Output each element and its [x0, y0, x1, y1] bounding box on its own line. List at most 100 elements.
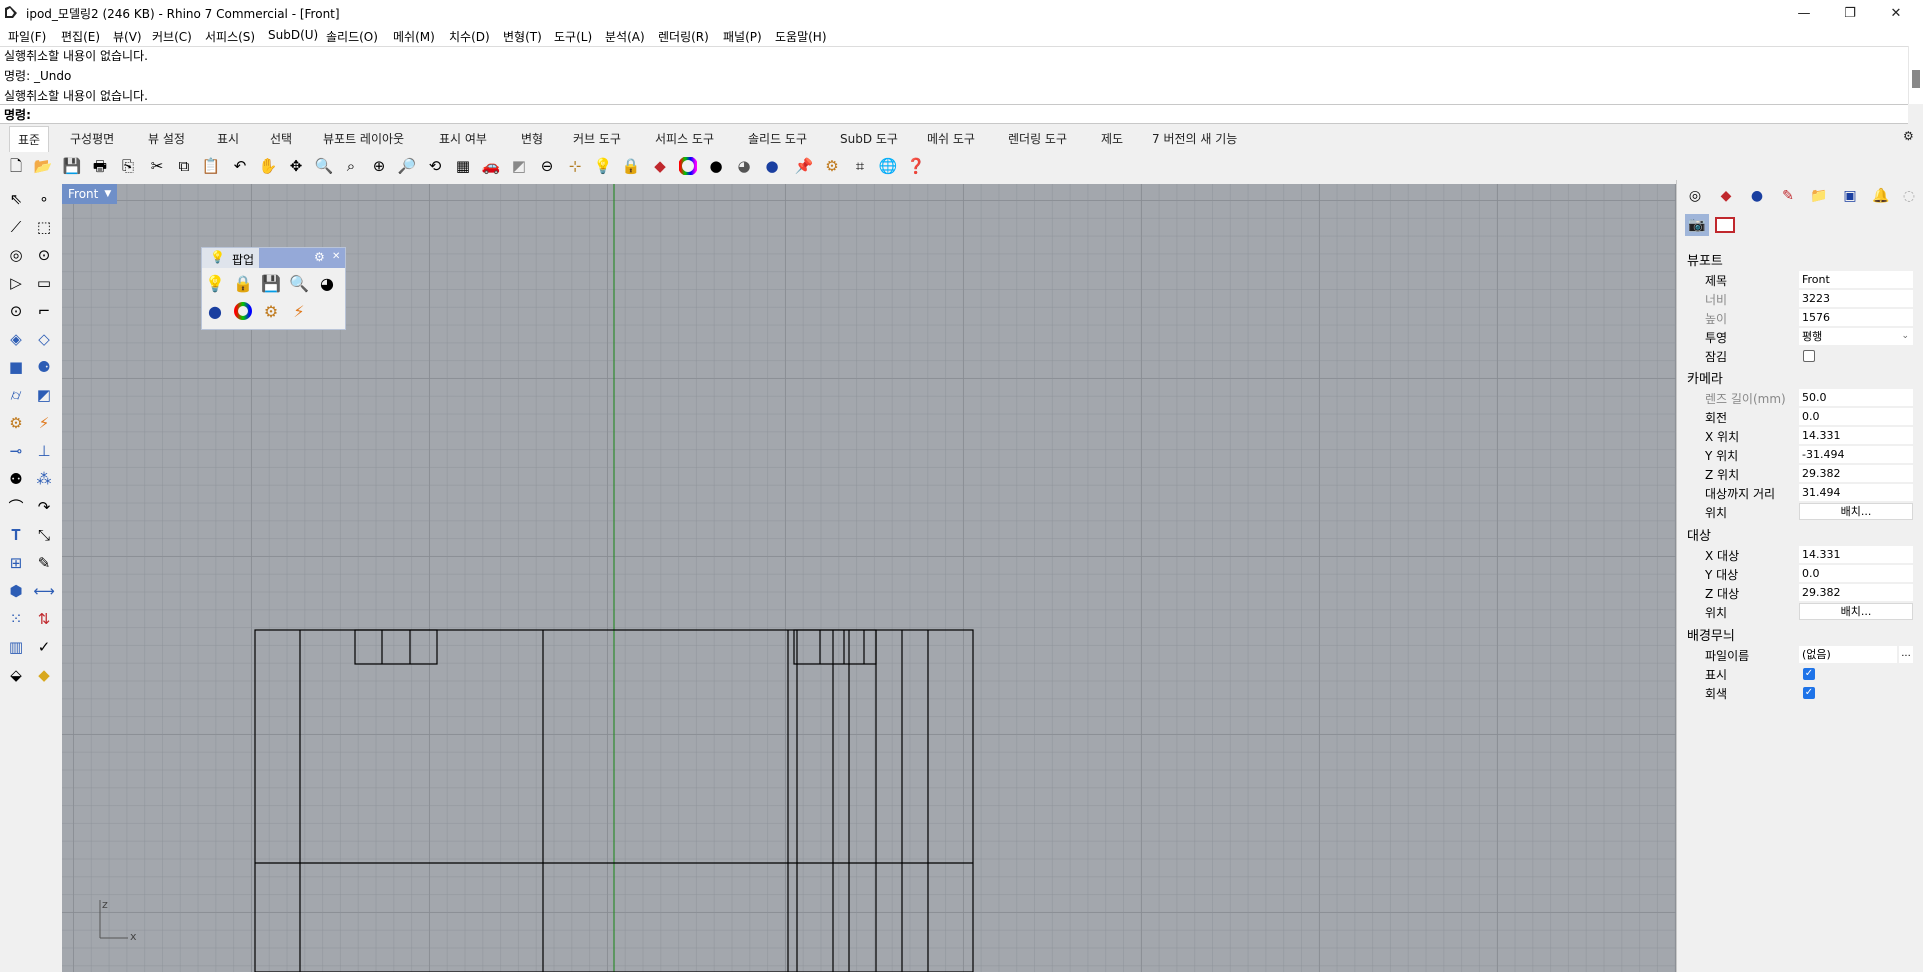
menu-solid[interactable]: 솔리드(O): [326, 28, 378, 45]
pin-icon[interactable]: 📌: [794, 156, 814, 176]
undo-view-icon[interactable]: ⟲: [425, 156, 445, 176]
zoom-icon[interactable]: 🔍: [288, 272, 310, 294]
menu-transform[interactable]: 변형(T): [503, 28, 542, 45]
solid-icon[interactable]: ⬢: [5, 580, 27, 602]
locked-checkbox[interactable]: [1803, 350, 1815, 362]
prop-value-rotation[interactable]: 0.0: [1799, 408, 1913, 425]
explode-icon[interactable]: ⁂: [33, 468, 55, 490]
gear-icon[interactable]: ⚙: [314, 250, 325, 264]
layers-icon[interactable]: ◆: [1716, 186, 1736, 206]
folder-icon[interactable]: 📁: [1809, 186, 1829, 206]
polygon-icon[interactable]: ▷: [5, 272, 27, 294]
render-preview-icon[interactable]: ⚡: [288, 300, 310, 322]
command-history[interactable]: 실행취소할 내용이 없습니다. 명령: _Undo 실행취소할 내용이 없습니다…: [0, 46, 1908, 105]
rotate-view-icon[interactable]: ✥: [286, 156, 306, 176]
zoom-icon[interactable]: 🔍: [314, 156, 334, 176]
display-icon[interactable]: ▣: [1840, 186, 1860, 206]
undo-icon[interactable]: ↶: [230, 156, 250, 176]
rectangle-icon[interactable]: ▭: [33, 272, 55, 294]
tab-surface-tools[interactable]: 서피스 도구: [655, 130, 714, 147]
surface-tools-icon[interactable]: ◇: [33, 328, 55, 350]
check-icon[interactable]: ✓: [33, 636, 55, 658]
history-scrollbar[interactable]: [1908, 46, 1923, 104]
array-icon[interactable]: ⊞: [5, 552, 27, 574]
menu-view[interactable]: 뷰(V): [113, 28, 142, 45]
mesh-icon[interactable]: ◩: [33, 384, 55, 406]
tab-viewport-layout[interactable]: 뷰포트 레이아웃: [323, 130, 404, 147]
copy-icon[interactable]: ⧉: [174, 156, 194, 176]
settings-icon[interactable]: ⚙: [822, 156, 842, 176]
named-cplane-icon[interactable]: ◩: [509, 156, 529, 176]
grid-snap-icon[interactable]: ⊹: [565, 156, 585, 176]
gumball-icon[interactable]: ⇅: [33, 608, 55, 630]
help-icon[interactable]: ◌: [1899, 186, 1919, 206]
save-icon[interactable]: 💾: [260, 272, 282, 294]
restore-button[interactable]: ❐: [1827, 0, 1873, 26]
curve-icon[interactable]: ⬚: [33, 216, 55, 238]
open-icon[interactable]: 📂: [33, 156, 53, 176]
projection-select[interactable]: 평행 ⌄: [1799, 328, 1913, 345]
tab-solid-tools[interactable]: 솔리드 도구: [748, 130, 807, 147]
dimension-icon[interactable]: ⌗: [850, 156, 870, 176]
tab-new-in-v7[interactable]: 7 버전의 새 기능: [1152, 130, 1237, 147]
fillet-icon[interactable]: ⌒: [5, 496, 27, 518]
render-icon[interactable]: ●: [204, 300, 226, 322]
browse-file-button[interactable]: ...: [1899, 646, 1913, 663]
zoom-selected-icon[interactable]: 🔎: [397, 156, 417, 176]
four-viewports-icon[interactable]: ▦: [453, 156, 473, 176]
surface-icon[interactable]: ◈: [5, 328, 27, 350]
scrollbar-thumb[interactable]: [1912, 70, 1920, 88]
shade-icon[interactable]: ◕: [316, 272, 338, 294]
tab-subd-tools[interactable]: SubD 도구: [840, 130, 898, 147]
paste-icon[interactable]: 📋: [201, 156, 221, 176]
chamfer-icon[interactable]: ↷: [33, 496, 55, 518]
popup-header[interactable]: 💡 팝업 ⚙ ✕: [202, 248, 345, 268]
menu-analyze[interactable]: 분석(A): [605, 28, 645, 45]
notification-icon[interactable]: 🔔: [1871, 186, 1891, 206]
menu-tools[interactable]: 도구(L): [554, 28, 592, 45]
render-icon[interactable]: ●: [1747, 186, 1767, 206]
render-preview-icon[interactable]: ◕: [734, 156, 754, 176]
tab-display[interactable]: 표시: [217, 130, 239, 147]
light-icon[interactable]: 💡: [593, 156, 613, 176]
draft-angle-icon[interactable]: ◆: [33, 664, 55, 686]
viewport-frame-icon[interactable]: [1713, 214, 1737, 236]
gray-wallpaper-checkbox[interactable]: ✓: [1803, 687, 1815, 699]
render-icon[interactable]: ●: [762, 156, 782, 176]
camera-place-button[interactable]: 배치...: [1799, 503, 1913, 520]
brush-icon[interactable]: ✎: [1778, 186, 1798, 206]
target-place-button[interactable]: 배치...: [1799, 603, 1913, 620]
fillet-curve-icon[interactable]: ⌐: [33, 300, 55, 322]
tab-settings-gear-icon[interactable]: ⚙: [1903, 129, 1914, 143]
help-icon[interactable]: ❓: [906, 156, 926, 176]
tab-render-tools[interactable]: 렌더링 도구: [1008, 130, 1067, 147]
properties-icon[interactable]: ◎: [1685, 186, 1705, 206]
tab-cplanes[interactable]: 구성평면: [70, 130, 114, 147]
prop-value-filename[interactable]: (없음): [1799, 646, 1897, 663]
prop-value-y-location[interactable]: -31.494: [1799, 446, 1913, 463]
color-wheel-icon[interactable]: [678, 156, 698, 176]
split-icon[interactable]: ⊥: [33, 440, 55, 462]
close-button[interactable]: ✕: [1873, 0, 1919, 26]
menu-render[interactable]: 렌더링(R): [658, 28, 709, 45]
arc-icon[interactable]: ⊙: [5, 300, 27, 322]
tab-curve-tools[interactable]: 커브 도구: [573, 130, 621, 147]
boolean-icon[interactable]: ⚈: [33, 356, 55, 378]
prop-value-z-target[interactable]: 29.382: [1799, 584, 1913, 601]
tab-set-view[interactable]: 뷰 설정: [148, 130, 185, 147]
layout-icon[interactable]: ▥: [5, 636, 27, 658]
tab-mesh-tools[interactable]: 메쉬 도구: [927, 130, 975, 147]
material-icon[interactable]: ◆: [650, 156, 670, 176]
grid-array-icon[interactable]: ⁙: [5, 608, 27, 630]
print-icon[interactable]: 🖶: [90, 156, 110, 176]
group-icon[interactable]: ⚉: [5, 468, 27, 490]
light-icon[interactable]: 💡: [204, 272, 226, 294]
cylinder-icon[interactable]: ⌭: [5, 384, 27, 406]
polyline-icon[interactable]: ⟋: [5, 216, 27, 238]
scale-icon[interactable]: ⤡: [33, 524, 55, 546]
new-icon[interactable]: 🗋: [6, 156, 26, 176]
shade-icon[interactable]: ●: [706, 156, 726, 176]
box-icon[interactable]: ■: [5, 356, 27, 378]
menu-edit[interactable]: 편집(E): [61, 28, 100, 45]
close-icon[interactable]: ✕: [332, 251, 340, 262]
